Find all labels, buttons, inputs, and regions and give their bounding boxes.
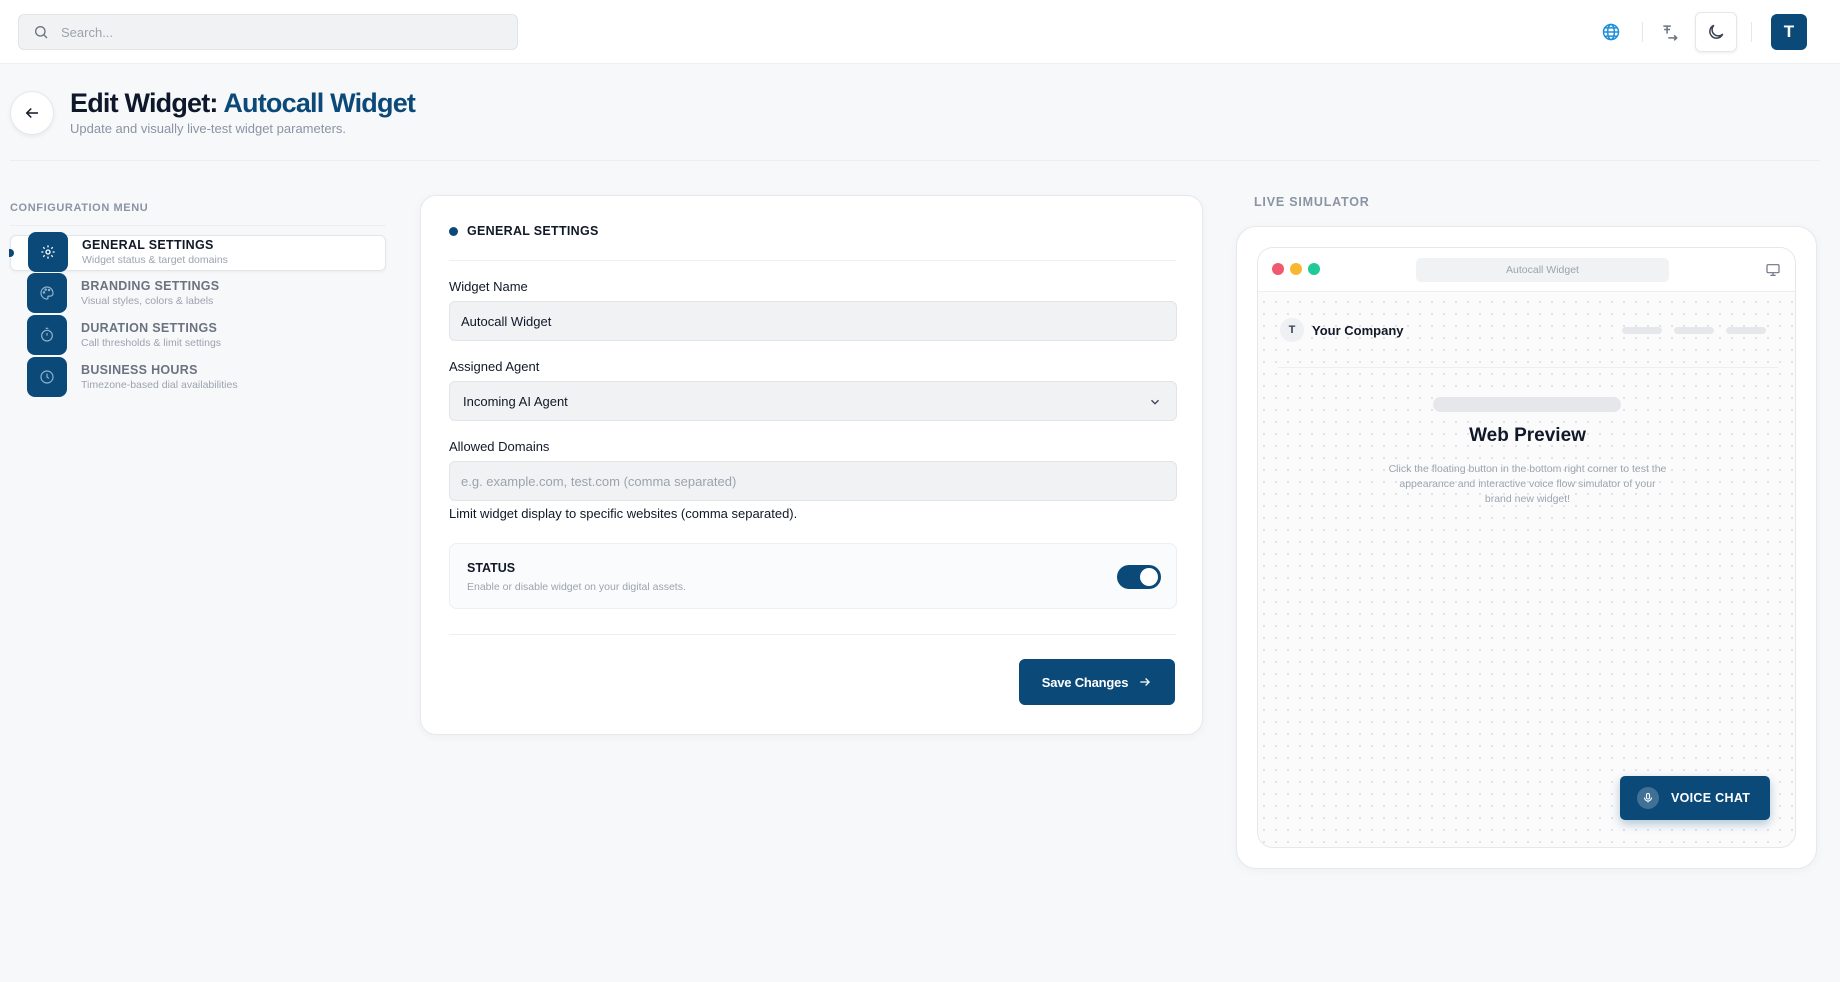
card-header: GENERAL SETTINGS — [449, 224, 599, 238]
search-box[interactable] — [18, 14, 518, 50]
language-button[interactable] — [1593, 14, 1629, 50]
voice-chat-label: VOICE CHAT — [1671, 791, 1751, 805]
status-toggle[interactable] — [1117, 565, 1161, 589]
allowed-domains-help: Limit widget display to specific website… — [449, 506, 798, 521]
web-preview-title: Web Preview — [1469, 425, 1586, 446]
assigned-agent-label: Assigned Agent — [449, 359, 540, 374]
menu-item-description: Call thresholds & limit settings — [81, 337, 222, 349]
toolbar-divider — [1642, 22, 1643, 42]
assigned-agent-value: Incoming AI Agent — [463, 393, 568, 409]
microphone-icon — [1643, 792, 1653, 803]
menu-item-business-hours[interactable]: BUSINESS HOURS Timezone-based dial avail… — [10, 357, 386, 397]
menu-item-title: BUSINESS HOURS — [81, 363, 198, 377]
section-dot — [449, 226, 458, 236]
preview-nav-placeholder — [1622, 327, 1662, 334]
translate-button[interactable] — [1652, 14, 1688, 50]
menu-item-description: Widget status & target domains — [82, 254, 228, 266]
menu-item-title: GENERAL SETTINGS — [82, 238, 214, 252]
monitor-icon[interactable] — [1765, 262, 1781, 278]
allowed-domains-input[interactable]: e.g. example.com, test.com (comma separa… — [449, 461, 1177, 501]
preview-nav-placeholder — [1674, 327, 1714, 334]
menu-item-duration-settings[interactable]: DURATION SETTINGS Call thresholds & limi… — [10, 315, 386, 355]
status-description: Enable or disable widget on your digital… — [467, 581, 686, 593]
menu-icon-container — [27, 315, 67, 355]
search-icon — [35, 26, 48, 39]
traffic-light-green — [1308, 263, 1320, 275]
header-divider — [10, 160, 1820, 161]
user-avatar[interactable]: T — [1771, 14, 1807, 50]
status-title: STATUS — [467, 561, 516, 575]
menu-icon-container — [27, 357, 67, 397]
save-changes-button[interactable]: Save Changes — [1019, 659, 1175, 705]
widget-name-label: Widget Name — [449, 279, 528, 294]
menu-item-description: Timezone-based dial availabilities — [81, 379, 238, 391]
menu-divider — [10, 225, 386, 226]
menu-item-title: DURATION SETTINGS — [81, 321, 218, 335]
translate-icon — [1663, 25, 1678, 41]
stopwatch-icon — [41, 327, 53, 342]
menu-icon-container — [28, 232, 68, 272]
menu-icon-container — [27, 273, 67, 313]
active-indicator — [9, 249, 14, 257]
browser-mockup: Autocall Widget T Your Company Web Previ… — [1257, 247, 1796, 848]
palette-icon — [40, 286, 54, 300]
menu-item-branding-settings[interactable]: BRANDING SETTINGS Visual styles, colors … — [10, 273, 386, 313]
back-button[interactable] — [10, 91, 54, 135]
card-divider — [449, 260, 1176, 261]
preview-site-header: T Your Company — [1278, 308, 1778, 368]
mic-icon-container — [1637, 787, 1659, 809]
card-divider — [449, 634, 1176, 635]
voice-chat-button[interactable]: VOICE CHAT — [1620, 776, 1770, 820]
page-title-prefix: Edit Widget: — [70, 88, 218, 118]
preview-site-name: Your Company — [1312, 323, 1404, 338]
save-changes-label: Save Changes — [1041, 674, 1129, 690]
clock-icon — [40, 370, 54, 384]
chevron-down-icon — [1151, 399, 1159, 405]
page-title-widget-name: Autocall Widget — [223, 88, 416, 118]
preview-placeholder-bar — [1433, 397, 1621, 412]
web-preview-description: Click the floating button in the bottom … — [1388, 463, 1667, 505]
top-bar: T — [0, 0, 1840, 64]
configuration-menu-label: CONFIGURATION MENU — [10, 202, 149, 214]
arrow-left-icon — [25, 107, 38, 119]
allowed-domains-label: Allowed Domains — [449, 439, 550, 454]
search-input[interactable] — [61, 24, 481, 40]
status-panel: STATUS Enable or disable widget on your … — [449, 543, 1177, 609]
page-subtitle: Update and visually live-test widget par… — [70, 121, 347, 136]
widget-name-input[interactable]: Autocall Widget — [449, 301, 1177, 341]
toolbar-divider — [1751, 22, 1752, 42]
preview-site-logo: T — [1280, 318, 1304, 342]
preview-nav-placeholder — [1726, 327, 1766, 334]
toggle-knob — [1140, 568, 1158, 586]
menu-item-title: BRANDING SETTINGS — [81, 279, 220, 293]
gear-icon — [41, 245, 55, 259]
traffic-light-yellow — [1290, 263, 1302, 275]
page-title: Edit Widget: Autocall Widget — [70, 88, 416, 119]
assigned-agent-select[interactable]: Incoming AI Agent — [449, 381, 1177, 421]
live-simulator-label: LIVE SIMULATOR — [1254, 195, 1370, 209]
theme-toggle-button[interactable] — [1695, 12, 1737, 52]
browser-url-bar: Autocall Widget — [1416, 258, 1669, 282]
moon-icon — [1709, 24, 1724, 39]
traffic-light-red — [1272, 263, 1284, 275]
menu-item-general-settings[interactable]: GENERAL SETTINGS Widget status & target … — [9, 232, 386, 272]
arrow-right-icon — [1140, 678, 1151, 686]
general-settings-card: GENERAL SETTINGS Widget Name Autocall Wi… — [420, 195, 1203, 735]
globe-icon — [1602, 23, 1620, 41]
section-title: GENERAL SETTINGS — [467, 224, 599, 238]
menu-item-description: Visual styles, colors & labels — [81, 295, 214, 307]
live-simulator-card: Autocall Widget T Your Company Web Previ… — [1236, 226, 1817, 869]
browser-bar: Autocall Widget — [1258, 248, 1795, 292]
